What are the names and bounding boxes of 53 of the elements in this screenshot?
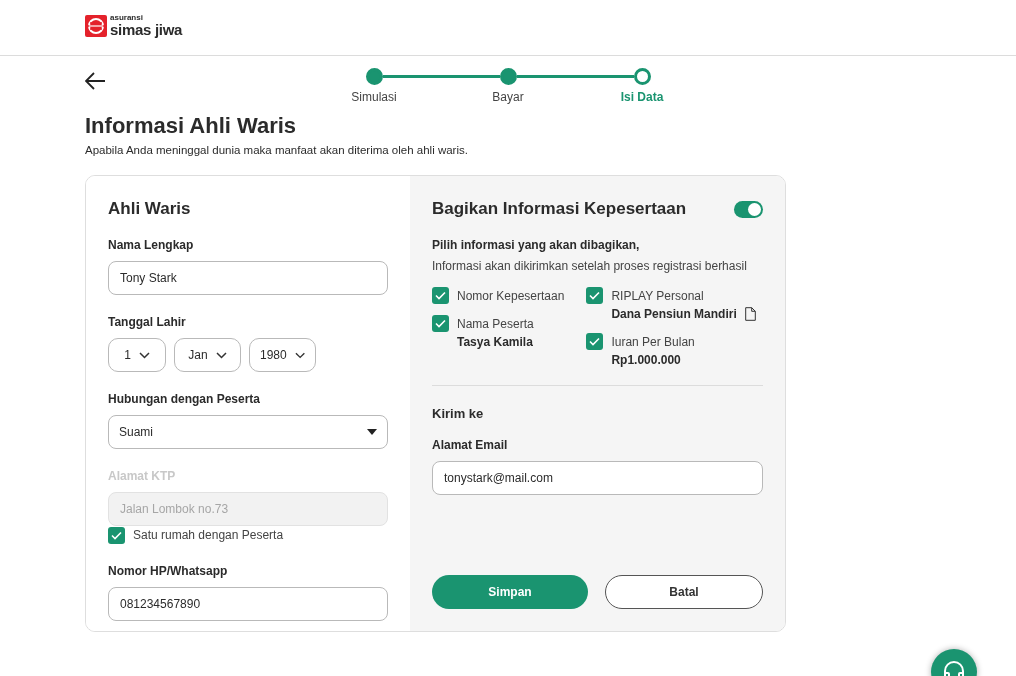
checkbox-label: Satu rumah dengan Peserta [133, 527, 284, 545]
subsection-title: Kirim ke [432, 405, 485, 424]
field-label: Tanggal Lahir [108, 314, 187, 332]
date-dropdown[interactable]: 1980 [249, 338, 316, 373]
save-button[interactable]: Simpan [432, 575, 588, 610]
checkbox[interactable] [586, 287, 604, 305]
option-label: RIPLAY Personal [611, 288, 705, 306]
option-label: Nomor Kepesertaan [457, 288, 565, 306]
checkmark-icon [435, 291, 446, 301]
field-label: Nama Lengkap [108, 237, 195, 255]
field-label: Nomor HP/Whatsapp [108, 563, 229, 581]
document-icon[interactable] [744, 307, 756, 322]
text-field[interactable]: Tony Stark [108, 261, 388, 296]
checkmark-icon [435, 319, 446, 329]
logo-icon [85, 14, 107, 37]
section-title: Ahli Waris [108, 198, 192, 221]
caret-down-icon [367, 429, 377, 436]
step-label: Isi Data [619, 89, 665, 106]
date-dropdown[interactable]: 1 [108, 338, 166, 373]
step-label: Simulasi [350, 89, 398, 106]
back-arrow-icon[interactable] [85, 72, 106, 90]
option-value: Dana Pensiun Mandiri [611, 306, 737, 324]
logo-wordmark: simas jiwa [110, 22, 183, 37]
option-value: Rp1.000.000 [611, 352, 681, 370]
field-label: Alamat Email [432, 436, 509, 454]
headset-icon [942, 659, 966, 676]
chevron-down-icon [138, 351, 150, 359]
cancel-button[interactable]: Batal [605, 575, 763, 610]
checkmark-icon [589, 291, 601, 301]
page-title: Informasi Ahli Waris [85, 112, 298, 140]
section-title: Bagikan Informasi Kepesertaan [432, 198, 687, 221]
checkbox[interactable] [432, 287, 449, 305]
date-dropdown[interactable]: Jan [174, 338, 241, 373]
logo-tagline: asuransi [110, 14, 144, 22]
text-field[interactable]: 081234567890 [108, 587, 388, 622]
checkbox[interactable] [432, 315, 449, 333]
field-label: Hubungan dengan Peserta [108, 391, 262, 409]
toggle-switch[interactable] [734, 200, 763, 218]
email-field[interactable]: tonystark@mail.com [432, 460, 763, 495]
checkmark-icon [589, 337, 601, 347]
dropdown-field[interactable]: Suami [108, 415, 388, 450]
intro-heading: Pilih informasi yang akan dibagikan, [432, 237, 641, 255]
page-subtitle: Apabila Anda meninggal dunia maka manfaat akan diterima oleh ahli waris. [85, 143, 469, 158]
option-value: Tasya Kamila [457, 334, 533, 352]
intro-text: Informasi akan dikirimkan setelah proses registrasi berhasil [432, 258, 748, 276]
checkmark-icon [111, 530, 122, 540]
chevron-down-icon [294, 351, 305, 359]
chevron-down-icon [215, 351, 227, 359]
checkbox[interactable] [108, 526, 125, 544]
option-label: Nama Peserta [457, 316, 534, 334]
checkbox[interactable] [586, 333, 604, 351]
step-label: Bayar [491, 89, 525, 106]
option-label: Iuran Per Bulan [611, 334, 695, 352]
